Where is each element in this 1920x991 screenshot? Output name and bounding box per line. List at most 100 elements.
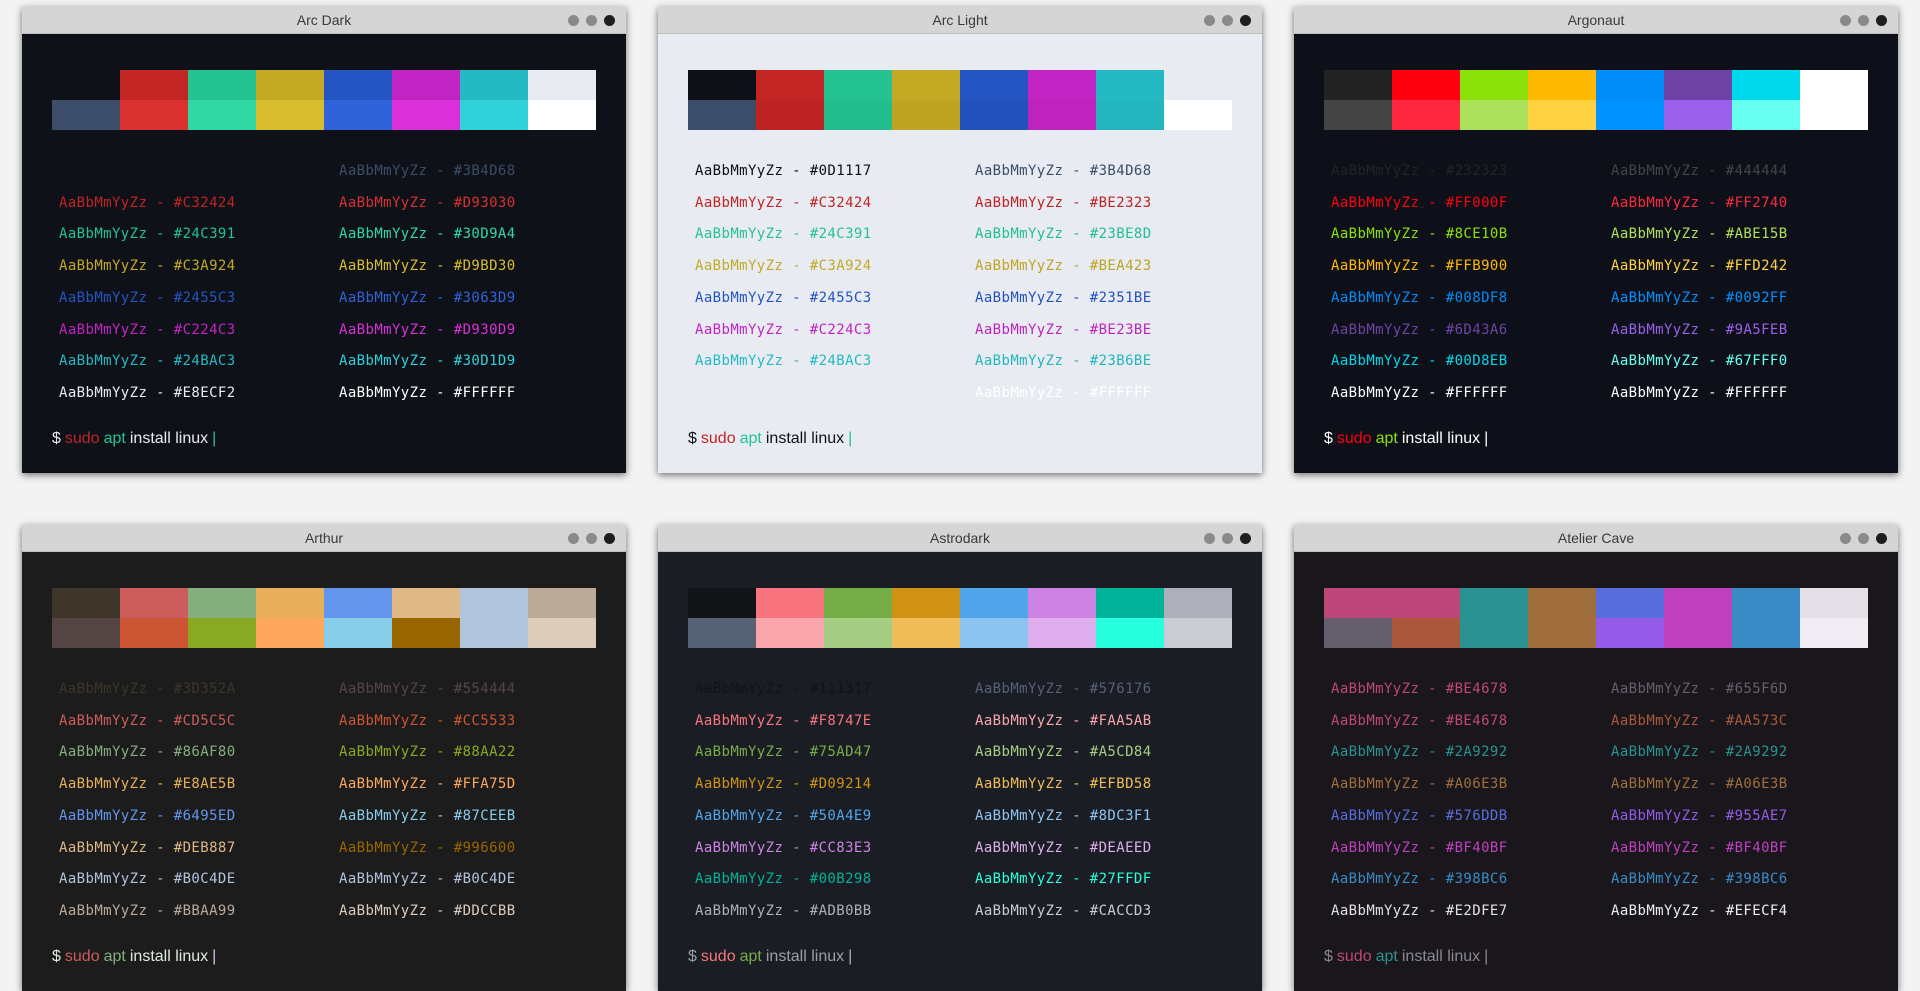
- swatch-bright: [688, 100, 756, 130]
- color-sample-bright: AaBbMmYyZz - #3B4D68: [339, 163, 516, 179]
- swatch-bright: [1096, 618, 1164, 648]
- color-sample-bright: AaBbMmYyZz - #3063D9: [339, 289, 516, 306]
- swatch-normal: [120, 70, 188, 100]
- swatch-bright: [1460, 618, 1528, 648]
- maximize-icon[interactable]: [586, 15, 597, 26]
- swatch-normal: [892, 70, 960, 100]
- color-sample-bright: AaBbMmYyZz - #955AE7: [1611, 807, 1788, 824]
- title-bar[interactable]: Arc Light: [658, 7, 1262, 34]
- swatch-normal: [392, 588, 460, 618]
- color-sample-normal: AaBbMmYyZz - #111317: [695, 681, 872, 697]
- swatch-normal: [1732, 588, 1800, 618]
- color-sample-normal: AaBbMmYyZz - #3D352A: [59, 681, 236, 697]
- prompt-apt: apt: [1375, 948, 1398, 965]
- swatch-bright: [1324, 100, 1392, 130]
- maximize-icon[interactable]: [1222, 533, 1233, 544]
- swatch-normal: [1028, 588, 1096, 618]
- close-icon[interactable]: [1240, 15, 1251, 26]
- minimize-icon[interactable]: [1840, 533, 1851, 544]
- color-swatches: [52, 588, 596, 648]
- close-icon[interactable]: [604, 15, 615, 26]
- minimize-icon[interactable]: [1840, 15, 1851, 26]
- close-icon[interactable]: [1240, 533, 1251, 544]
- swatch-bright: [960, 100, 1028, 130]
- color-sample-normal: AaBbMmYyZz - #6495ED: [59, 807, 236, 824]
- terminal-body[interactable]: AaBbMmYyZz - #BE4678 AaBbMmYyZz - #655F6D…: [1294, 552, 1898, 991]
- color-sample-normal: AaBbMmYyZz - #C3A924: [695, 258, 872, 275]
- color-sample-normal: AaBbMmYyZz - #2455C3: [695, 289, 872, 306]
- swatch-bright: [756, 618, 824, 648]
- minimize-icon[interactable]: [568, 533, 579, 544]
- swatch-bright: [528, 100, 596, 130]
- color-sample-normal: AaBbMmYyZz - #BE4678: [1331, 681, 1508, 697]
- title-bar[interactable]: Atelier Cave: [1294, 525, 1898, 552]
- color-sample-bright: AaBbMmYyZz - #FFD242: [1611, 258, 1788, 275]
- swatch-normal: [1800, 588, 1868, 618]
- close-icon[interactable]: [604, 533, 615, 544]
- terminal-body[interactable]: AaBbMmYyZz - #3D352A AaBbMmYyZz - #554444…: [22, 552, 626, 991]
- terminal-body[interactable]: AaBbMmYyZz - #232323 AaBbMmYyZz - #444444…: [1294, 34, 1898, 473]
- shell-prompt: $ sudo apt install linux |: [688, 948, 856, 966]
- swatch-bright: [1392, 618, 1460, 648]
- color-sample-normal: AaBbMmYyZz - #FFB900: [1331, 258, 1508, 275]
- color-sample-normal: AaBbMmYyZz - #D09214: [695, 776, 872, 793]
- swatch-bright: [1028, 618, 1096, 648]
- swatch-bright: [1028, 100, 1096, 130]
- swatch-bright: [1392, 100, 1460, 130]
- swatch-bright: [324, 100, 392, 130]
- swatch-bright: [1164, 100, 1232, 130]
- minimize-icon[interactable]: [568, 15, 579, 26]
- text-cursor: |: [212, 948, 217, 965]
- swatch-bright: [1596, 618, 1664, 648]
- color-sample-normal: AaBbMmYyZz - #B0C4DE: [59, 871, 236, 888]
- color-sample-normal: AaBbMmYyZz - #6D43A6: [1331, 321, 1508, 338]
- swatch-bright: [1528, 100, 1596, 130]
- swatch-normal: [1664, 588, 1732, 618]
- window-title: Astrodark: [930, 530, 990, 546]
- swatch-bright: [1664, 618, 1732, 648]
- swatch-normal: [1096, 588, 1164, 618]
- close-icon[interactable]: [1876, 533, 1887, 544]
- minimize-icon[interactable]: [1204, 533, 1215, 544]
- close-icon[interactable]: [1876, 15, 1887, 26]
- color-sample-bright: AaBbMmYyZz - #CC5533: [339, 712, 516, 729]
- color-sample-bright: AaBbMmYyZz - #B0C4DE: [339, 871, 516, 888]
- title-bar[interactable]: Argonaut: [1294, 7, 1898, 34]
- swatch-normal: [528, 70, 596, 100]
- maximize-icon[interactable]: [586, 533, 597, 544]
- color-sample-bright: AaBbMmYyZz - #D93030: [339, 194, 516, 211]
- swatch-bright: [688, 618, 756, 648]
- title-bar[interactable]: Arthur: [22, 525, 626, 552]
- swatch-bright: [1164, 618, 1232, 648]
- swatch-normal: [528, 588, 596, 618]
- window-title: Atelier Cave: [1557, 530, 1635, 546]
- terminal-body[interactable]: AaBbMmYyZz - #0D1117 AaBbMmYyZz - #3B4D68…: [658, 34, 1262, 473]
- swatch-normal: [1096, 70, 1164, 100]
- color-sample-normal: AaBbMmYyZz - #C32424: [59, 194, 236, 211]
- swatch-bright: [960, 618, 1028, 648]
- window-title: Arc Light: [932, 12, 988, 28]
- color-swatches: [688, 588, 1232, 648]
- color-sample-bright: AaBbMmYyZz - #23B6BE: [975, 353, 1152, 370]
- swatch-bright: [188, 100, 256, 130]
- color-sample-bright: AaBbMmYyZz - #DEAEED: [975, 839, 1152, 856]
- swatch-bright: [528, 618, 596, 648]
- swatch-bright: [1096, 100, 1164, 130]
- maximize-icon[interactable]: [1858, 15, 1869, 26]
- swatch-normal: [1732, 70, 1800, 100]
- color-sample-bright: AaBbMmYyZz - #AA573C: [1611, 712, 1788, 729]
- swatch-bright: [256, 618, 324, 648]
- terminal-body[interactable]: AaBbMmYyZz - #111317 AaBbMmYyZz - #576176…: [658, 552, 1262, 991]
- terminal-body[interactable]: AaBbMmYyZz - #0E1118 AaBbMmYyZz - #3B4D68…: [22, 34, 626, 473]
- color-sample-bright: AaBbMmYyZz - #A06E3B: [1611, 776, 1788, 793]
- minimize-icon[interactable]: [1204, 15, 1215, 26]
- prompt-apt: apt: [103, 430, 126, 447]
- swatch-normal: [1164, 588, 1232, 618]
- title-bar[interactable]: Arc Dark: [22, 7, 626, 34]
- maximize-icon[interactable]: [1858, 533, 1869, 544]
- prompt-sudo: sudo: [64, 430, 100, 447]
- maximize-icon[interactable]: [1222, 15, 1233, 26]
- color-sample-normal: AaBbMmYyZz - #C224C3: [59, 321, 236, 338]
- color-sample-bright: AaBbMmYyZz - #ABE15B: [1611, 226, 1788, 243]
- title-bar[interactable]: Astrodark: [658, 525, 1262, 552]
